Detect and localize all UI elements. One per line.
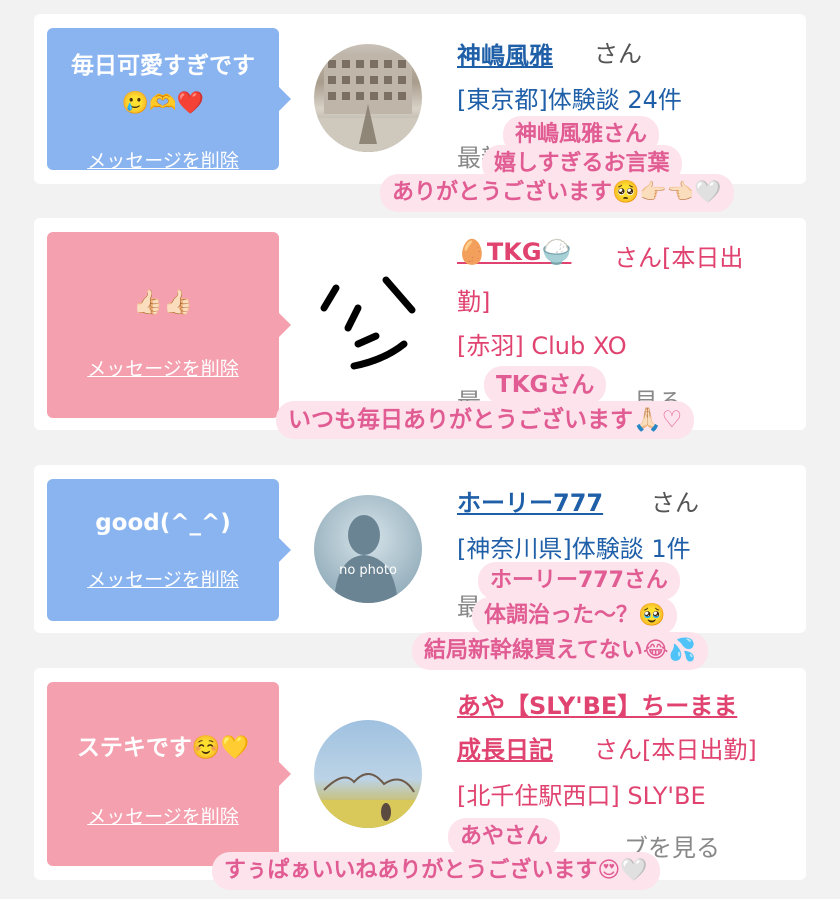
avatar[interactable]: [314, 720, 422, 828]
message-text: ステキです☺️💛: [76, 735, 250, 761]
sticker-text: あやさん: [448, 818, 561, 856]
message-bubble: good(^_^) メッセージを削除: [47, 479, 291, 621]
user-info: [東京都]体験談 24件: [457, 86, 682, 114]
sticker-text: ありがとうございます🥺👉🏻👈🏻🤍: [380, 174, 734, 212]
user-name-link[interactable]: 🥚TKG🍚: [457, 238, 571, 266]
no-photo-label: no photo: [339, 563, 397, 578]
message-card: good(^_^) メッセージを削除 no photo ホーリー777 さん […: [34, 465, 806, 633]
avatar[interactable]: [314, 44, 422, 152]
user-name-link-continued[interactable]: 成長日記: [457, 730, 553, 765]
user-name-link[interactable]: ホーリー777: [457, 483, 603, 518]
delete-message-link[interactable]: メッセージを削除: [47, 146, 279, 173]
user-name-link[interactable]: 神嶋風雅: [457, 36, 553, 71]
delete-message-link[interactable]: メッセージを削除: [47, 802, 279, 829]
sticker-text: TKGさん: [484, 366, 607, 404]
sticker-text: いつも毎日ありがとうございます🙏🏻♡: [276, 401, 695, 439]
building-photo-icon: [314, 54, 422, 152]
honorific: さん: [651, 489, 699, 517]
message-text: 毎日可愛すぎです: [71, 53, 255, 79]
user-name-link[interactable]: あや【SLY'BE】ちーまま: [457, 686, 737, 721]
message-text: good(^_^): [95, 510, 231, 536]
honorific: さん[本日出: [614, 244, 744, 272]
message-emoji: 🥲🫶❤️: [121, 91, 205, 116]
message-emoji: 👍🏻👍🏻: [133, 288, 193, 316]
message-card: 👍🏻👍🏻 メッセージを削除 🥚TKG🍚 さん[本日出 勤] [赤羽] Club …: [34, 218, 806, 430]
sticker-text: ホーリー777さん: [478, 562, 680, 600]
person-silhouette-icon: [334, 515, 398, 603]
delete-message-link[interactable]: メッセージを削除: [47, 565, 279, 592]
message-bubble: 👍🏻👍🏻 メッセージを削除: [47, 232, 291, 418]
user-info: [赤羽] Club XO: [457, 332, 627, 360]
user-info: [北千住駅西口] SLY'BE: [457, 782, 706, 810]
honorific: さん: [594, 40, 642, 68]
message-card: ステキです☺️💛 メッセージを削除 あや【SLY'BE】ちーまま 成長日記 さん…: [34, 668, 806, 880]
face-drawing-icon: [320, 276, 416, 370]
message-bubble: 毎日可愛すぎです 🥲🫶❤️ メッセージを削除: [47, 28, 291, 173]
avatar[interactable]: no photo: [314, 495, 422, 603]
sticker-text: 結局新幹線買えてない😂💦: [412, 632, 708, 670]
sticker-text: 体調治った〜？🥹: [472, 597, 678, 635]
delete-message-link[interactable]: メッセージを削除: [47, 354, 279, 381]
user-info: [神奈川県]体験談 1件: [457, 535, 691, 563]
message-card: 毎日可愛すぎです 🥲🫶❤️ メッセージを削除 神嶋風雅 さん [東京都]体験談 …: [34, 14, 806, 184]
honorific-continued: 勤]: [457, 288, 491, 316]
avatar[interactable]: [314, 268, 422, 376]
message-bubble: ステキです☺️💛 メッセージを削除: [47, 682, 291, 866]
landscape-photo-icon: [314, 773, 422, 828]
honorific: さん[本日出勤]: [594, 736, 757, 764]
sticker-text: すぅぱぁいいねありがとうございます😍🤍: [212, 852, 660, 890]
